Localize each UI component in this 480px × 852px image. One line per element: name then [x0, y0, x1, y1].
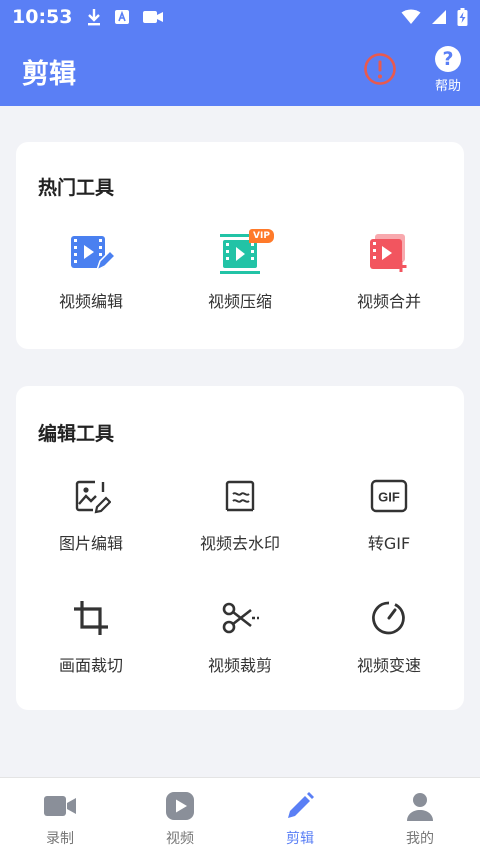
edit-tools-card: 编辑工具 图片编辑 视频去水印 GIF 转GIF 画面裁切 视频裁剪 视频变速 — [16, 386, 464, 710]
alert-button[interactable] — [363, 52, 397, 86]
tool-label: 转GIF — [367, 534, 411, 553]
help-icon: ? — [435, 46, 461, 72]
crop-icon — [16, 598, 166, 638]
tab-label: 视频 — [166, 831, 194, 847]
edit-tools-title: 编辑工具 — [38, 423, 115, 445]
download-icon — [86, 8, 102, 26]
keyboard-a-icon — [114, 9, 130, 25]
tab-label: 录制 — [46, 831, 74, 847]
wifi-icon — [401, 9, 421, 25]
signal-icon — [431, 9, 447, 25]
image-edit-icon — [16, 476, 166, 516]
help-button[interactable]: ? 帮助 — [428, 46, 468, 94]
tool-speed[interactable]: 视频变速 — [314, 598, 464, 676]
tab-label: 我的 — [406, 831, 434, 847]
tool-video-edit[interactable]: 视频编辑 — [16, 234, 166, 312]
video-merge-icon — [314, 234, 464, 274]
tool-label: 画面裁切 — [58, 656, 123, 675]
gif-icon: GIF — [314, 476, 464, 516]
tool-label: 视频合并 — [356, 292, 421, 311]
tool-label: 视频编辑 — [58, 292, 123, 311]
help-label: 帮助 — [434, 79, 461, 94]
tool-image-edit[interactable]: 图片编辑 — [16, 476, 166, 554]
tool-video-merge[interactable]: 视频合并 — [314, 234, 464, 312]
gif-icon-text: GIF — [378, 490, 400, 505]
video-camera-icon — [142, 9, 164, 25]
remove-watermark-icon — [165, 476, 315, 516]
status-time: 10:53 — [12, 6, 73, 28]
tool-label: 视频去水印 — [199, 534, 280, 553]
alert-icon — [364, 53, 396, 85]
tool-label: 视频变速 — [356, 656, 421, 675]
tab-video[interactable]: 视频 — [120, 778, 240, 852]
hot-tools-card: 热门工具 视频编辑 VIP 视频压缩 视频合并 — [16, 142, 464, 349]
vip-badge: VIP — [249, 229, 274, 243]
tab-record[interactable]: 录制 — [0, 778, 120, 852]
status-bar: 10:53 — [0, 0, 480, 34]
tab-edit[interactable]: 剪辑 — [240, 778, 360, 852]
video-compress-icon: VIP — [165, 229, 315, 274]
page-title: 剪辑 — [22, 59, 76, 90]
speed-icon — [314, 598, 464, 638]
tool-label: 视频压缩 — [207, 292, 272, 311]
play-icon — [120, 790, 240, 822]
tool-label: 图片编辑 — [58, 534, 123, 553]
tool-remove-watermark[interactable]: 视频去水印 — [165, 476, 315, 554]
tab-mine[interactable]: 我的 — [360, 778, 480, 852]
pencil-icon — [240, 790, 360, 822]
hot-tools-title: 热门工具 — [38, 177, 115, 199]
video-edit-icon — [16, 234, 166, 274]
tool-crop[interactable]: 画面裁切 — [16, 598, 166, 676]
tab-label: 剪辑 — [286, 831, 314, 847]
tool-video-cut[interactable]: 视频裁剪 — [165, 598, 315, 676]
battery-charging-icon — [457, 8, 468, 26]
camera-icon — [0, 790, 120, 822]
bottom-tab-bar: 录制 视频 剪辑 我的 — [0, 777, 480, 852]
tool-gif[interactable]: GIF 转GIF — [314, 476, 464, 554]
tool-label: 视频裁剪 — [207, 656, 272, 675]
scissors-icon — [165, 598, 315, 638]
user-icon — [360, 790, 480, 822]
app-header: 剪辑 ? 帮助 — [0, 34, 480, 106]
tool-video-compress[interactable]: VIP 视频压缩 — [165, 229, 315, 312]
